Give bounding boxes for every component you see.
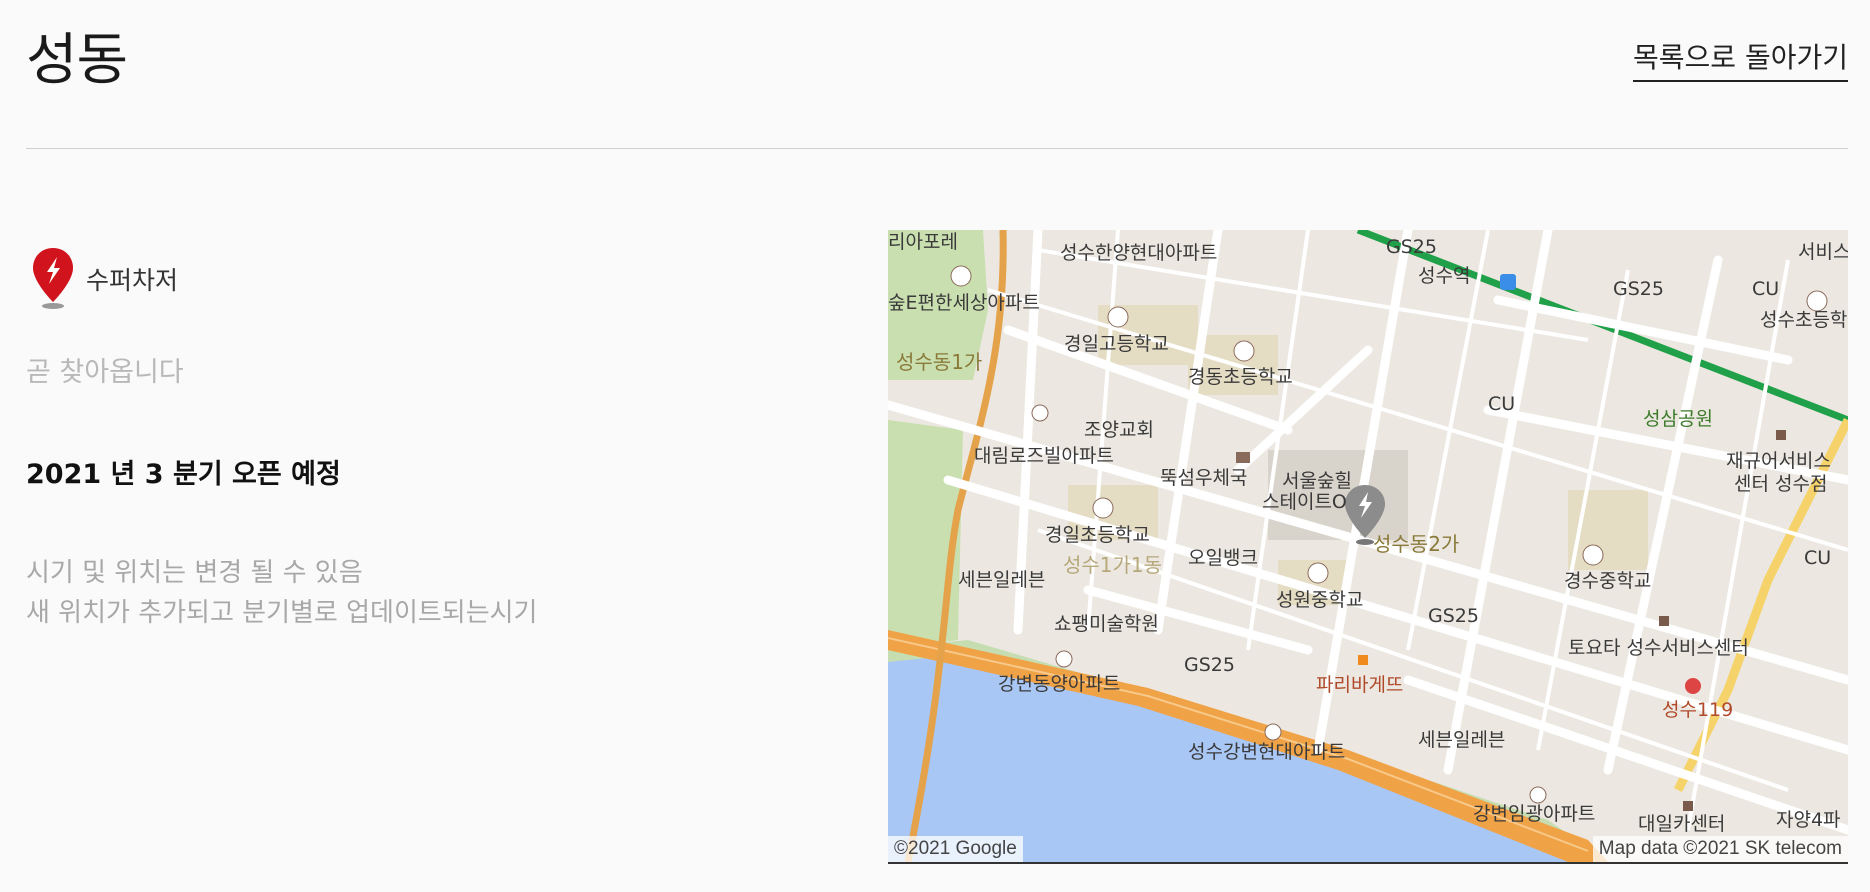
map-canvas[interactable]: 리아포레 성수한양현대아파트 GS25 성수역 GS25 CU 서비스 숲E편한… bbox=[888, 230, 1848, 862]
map-label: 성수1가1동 bbox=[1063, 553, 1162, 577]
map-label: 세븐일레븐 bbox=[1418, 729, 1505, 751]
map-label: 세븐일레븐 bbox=[958, 569, 1045, 591]
map-label: CU bbox=[1804, 547, 1831, 569]
map-label: 서울숲힐 bbox=[1282, 470, 1352, 492]
charger-type-label: 수퍼차저 bbox=[86, 266, 179, 295]
map-label: 성수동2가 bbox=[1373, 532, 1459, 556]
map-label: 조양교회 bbox=[1084, 419, 1154, 441]
map-label: 토요타 성수서비스센터 bbox=[1568, 637, 1749, 659]
map-label: 쇼팽미술학원 bbox=[1054, 613, 1159, 635]
map-copyright-google[interactable]: ©2021 Google bbox=[888, 836, 1023, 862]
map-label: 뚝섬우체국 bbox=[1160, 467, 1247, 489]
map-label: GS25 bbox=[1613, 278, 1664, 300]
map-label: 강변임광아파트 bbox=[1473, 803, 1595, 825]
page-title: 성동 bbox=[26, 28, 128, 93]
map-label: CU bbox=[1752, 278, 1779, 300]
map-label: 서비스 bbox=[1798, 241, 1848, 263]
map-label: 스테이트O bbox=[1262, 491, 1347, 513]
location-map[interactable]: 리아포레 성수한양현대아파트 GS25 성수역 GS25 CU 서비스 숲E편한… bbox=[888, 230, 1848, 864]
map-label: 강변동양아파트 bbox=[998, 673, 1120, 695]
map-label: 경수중학교 bbox=[1564, 570, 1651, 592]
map-label: 성수강변현대아파트 bbox=[1188, 741, 1345, 763]
map-label: 경일초등학교 bbox=[1045, 524, 1150, 546]
map-label: 성수초등학 bbox=[1760, 309, 1847, 331]
map-label: 대일카센터 bbox=[1638, 813, 1725, 835]
header-divider bbox=[26, 148, 1848, 149]
map-label: GS25 bbox=[1184, 654, 1235, 676]
map-label: GS25 bbox=[1428, 605, 1479, 627]
map-label: 재규어서비스 bbox=[1726, 450, 1831, 472]
map-label: 성수역 bbox=[1418, 265, 1470, 287]
charger-type: 수퍼차저 bbox=[30, 246, 178, 312]
map-label: 경동초등학교 bbox=[1188, 366, 1293, 388]
map-label: 센터 성수점 bbox=[1734, 473, 1827, 495]
map-label: 성수동1가 bbox=[896, 350, 982, 374]
map-label: GS25 bbox=[1386, 236, 1437, 258]
back-to-list-link[interactable]: 목록으로 돌아가기 bbox=[1633, 40, 1848, 82]
map-label: 오일뱅크 bbox=[1188, 547, 1258, 569]
note-line: 새 위치가 추가되고 분기별로 업데이트되는시기 bbox=[26, 598, 538, 628]
map-label: 리아포레 bbox=[888, 231, 958, 253]
map-label: 숲E편한세상아파트 bbox=[888, 292, 1040, 314]
map-label: 성수119 bbox=[1662, 699, 1733, 721]
map-label: 자양4파 bbox=[1776, 809, 1841, 831]
map-copyright-data[interactable]: Map data ©2021 SK telecom bbox=[1592, 836, 1848, 862]
map-label: 대림로즈빌아파트 bbox=[974, 445, 1114, 467]
map-label: 파리바게뜨 bbox=[1316, 674, 1403, 696]
map-label: 경일고등학교 bbox=[1064, 333, 1169, 355]
note-line: 시기 및 위치는 변경 될 수 있음 bbox=[26, 558, 363, 588]
status-text: 곧 찾아옵니다 bbox=[26, 357, 184, 388]
supercharger-pin-icon bbox=[33, 248, 73, 309]
map-label: CU bbox=[1488, 393, 1515, 415]
open-schedule: 2021 년 3 분기 오픈 예정 bbox=[26, 459, 341, 490]
map-label: 성삼공원 bbox=[1643, 408, 1713, 430]
map-label: 성원중학교 bbox=[1276, 589, 1363, 611]
map-label: 성수한양현대아파트 bbox=[1060, 242, 1217, 264]
